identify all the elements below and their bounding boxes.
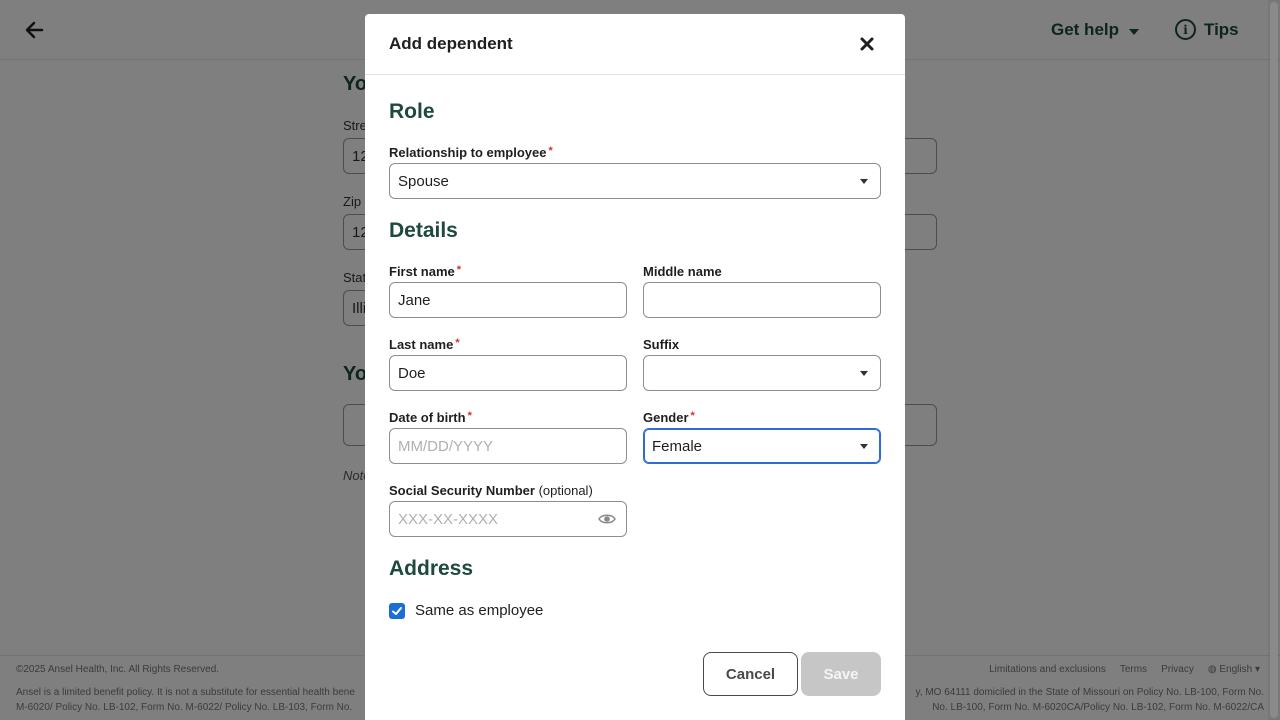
suffix-select[interactable] (643, 355, 881, 391)
relationship-value: Spouse (398, 172, 449, 190)
suffix-label: Suffix (643, 337, 680, 352)
first-name-label-text: First name (389, 264, 455, 279)
dob-label: Date of birth * (389, 410, 472, 425)
show-ssn-toggle[interactable] (598, 512, 616, 526)
caret-down-icon (860, 179, 868, 184)
first-name-value: Jane (398, 291, 431, 309)
gender-value: Female (652, 437, 703, 455)
caret-down-icon (860, 444, 868, 449)
relationship-label-text: Relationship to employee (389, 145, 547, 160)
gender-label: Gender * (643, 410, 695, 425)
scrollbar-thumb[interactable] (1270, 2, 1278, 718)
ssn-input[interactable]: XXX-XX-XXXX (389, 501, 627, 537)
relationship-label: Relationship to employee * (389, 145, 553, 160)
required-mark: * (467, 410, 472, 422)
middle-name-label: Middle name (643, 264, 722, 279)
dialog-title: Add dependent (389, 34, 513, 53)
address-heading: Address (389, 557, 474, 580)
cancel-button[interactable]: Cancel (703, 652, 798, 696)
checkmark-icon (392, 607, 402, 615)
last-name-input[interactable]: Doe (389, 355, 627, 391)
gender-label-text: Gender (643, 410, 689, 425)
details-heading: Details (389, 219, 458, 242)
dob-placeholder: MM/DD/YYYY (398, 437, 494, 455)
first-name-label: First name * (389, 264, 461, 279)
gender-select[interactable]: Female (643, 428, 881, 464)
same-as-employee-checkbox[interactable] (389, 603, 405, 619)
eye-icon (598, 514, 616, 524)
last-name-label: Last name * (389, 337, 460, 352)
caret-down-icon (860, 371, 868, 376)
dob-label-text: Date of birth (389, 410, 466, 425)
middle-name-input[interactable] (643, 282, 881, 318)
last-name-value: Doe (398, 364, 426, 382)
same-as-employee-label[interactable]: Same as employee (415, 602, 543, 619)
scrollbar[interactable] (1268, 0, 1280, 720)
last-name-label-text: Last name (389, 337, 454, 352)
close-icon (860, 37, 874, 51)
ssn-label: Social Security Number (optional) (389, 483, 593, 498)
save-button[interactable]: Save (801, 652, 881, 696)
relationship-select[interactable]: Spouse (389, 163, 881, 199)
required-mark: * (456, 264, 462, 276)
required-mark: * (548, 145, 553, 157)
dob-input[interactable]: MM/DD/YYYY (389, 428, 627, 464)
required-mark: * (690, 410, 695, 422)
ssn-label-text: Social Security Number (389, 483, 535, 498)
first-name-input[interactable]: Jane (389, 282, 627, 318)
role-heading: Role (389, 100, 435, 123)
close-button[interactable] (858, 35, 876, 53)
required-mark: * (455, 337, 460, 349)
dialog-header: Add dependent (365, 14, 905, 75)
add-dependent-dialog: Add dependent Role Relationship to emplo… (365, 14, 905, 720)
ssn-placeholder: XXX-XX-XXXX (398, 510, 499, 528)
ssn-optional-text: (optional) (538, 483, 593, 498)
